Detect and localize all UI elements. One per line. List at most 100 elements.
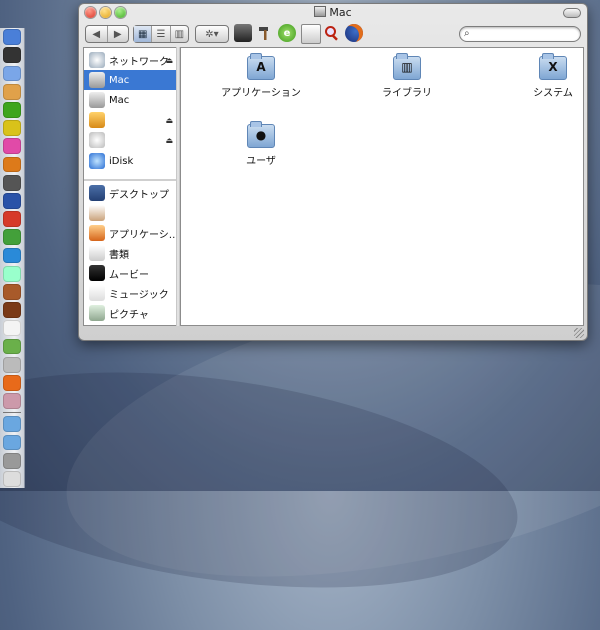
external-drive-icon	[89, 112, 105, 128]
sidebar-item[interactable]: ピクチャ	[84, 303, 177, 323]
sidebar-item-label: Mac	[109, 74, 130, 86]
window-title: Mac	[79, 6, 587, 19]
photo-booth-icon[interactable]	[3, 302, 21, 319]
finder-window: Mac ◀ ▶ ▦ ☰ ▥ ✲▾ e ⌕ ネットワーク ⏏ Mac Mac ⏏ ⏏ iDis…	[78, 3, 588, 341]
photo-icon[interactable]	[3, 138, 21, 155]
sidebar-item-label: ミュージック	[109, 289, 169, 301]
ichat-icon[interactable]	[3, 83, 21, 100]
search-icon: ⌕	[464, 28, 470, 39]
ical-icon[interactable]	[3, 320, 21, 337]
dock	[0, 28, 25, 488]
sidebar-item[interactable]: 書類	[84, 243, 177, 263]
folder-item[interactable]: ● ユーザ	[201, 121, 321, 167]
sidebar-item[interactable]: ミュージック	[84, 283, 177, 303]
trash-icon[interactable]	[3, 470, 21, 487]
folder-label: ライブラリ	[382, 88, 432, 99]
hard-drive-icon	[314, 6, 327, 17]
sidebar-item[interactable]: デスクトップ	[84, 183, 177, 203]
folder-icon[interactable]	[3, 434, 21, 451]
home-icon	[89, 205, 105, 221]
hard-drive-icon	[89, 72, 105, 88]
library-folder-icon: ▥	[393, 53, 421, 80]
sidebar-item[interactable]: ⏏	[84, 130, 177, 150]
sidebar-item-label: 書類	[109, 249, 129, 261]
search-field[interactable]: ⌕	[459, 26, 581, 42]
resize-grip[interactable]	[574, 328, 584, 338]
preview-icon[interactable]	[301, 24, 321, 44]
documents-icon	[89, 245, 105, 261]
folder-label: ユーザ	[246, 156, 276, 167]
sidebar-item-label: ムービー	[109, 269, 149, 281]
sidebar-item-label: アプリケーシ…	[109, 229, 177, 241]
app-blue-icon[interactable]	[3, 247, 21, 264]
sidebar-item[interactable]: ⏏	[84, 110, 177, 130]
view-mode-control: ▦ ☰ ▥	[133, 25, 189, 43]
sidebar-divider	[84, 179, 177, 181]
list-view-button[interactable]: ☰	[152, 26, 171, 42]
safari-icon[interactable]	[3, 102, 21, 118]
sidebar-item[interactable]	[84, 203, 177, 223]
app-green-icon[interactable]	[3, 229, 21, 246]
icon-view-button[interactable]: ▦	[134, 26, 153, 42]
sidebar-item[interactable]: iDisk	[84, 151, 177, 171]
column-view-button[interactable]: ▥	[171, 26, 188, 42]
mail-icon[interactable]	[3, 65, 21, 82]
applications-folder-icon: A	[247, 53, 275, 80]
action-menu-button[interactable]: ✲▾	[195, 25, 229, 43]
stack-icon[interactable]	[3, 452, 21, 469]
back-forward-control: ◀ ▶	[85, 25, 129, 43]
hammer-icon[interactable]	[256, 24, 274, 42]
search-magnifier-icon[interactable]	[323, 24, 341, 42]
dashboard-icon[interactable]	[3, 47, 21, 64]
sidebar-item[interactable]: Mac	[84, 70, 177, 90]
desktop-icon	[89, 185, 105, 201]
folder-glyph: ●	[255, 128, 267, 142]
sidebar-item-label: デスクトップ	[109, 189, 169, 201]
folder-item[interactable]: ▥ ライブラリ	[347, 53, 467, 99]
firefox-icon[interactable]	[3, 375, 21, 391]
folder-icon[interactable]	[3, 416, 21, 433]
camera-icon[interactable]	[234, 24, 252, 42]
sidebar-item[interactable]: ネットワーク ⏏	[84, 50, 177, 70]
folder-label: システム	[533, 88, 573, 99]
hard-drive-icon	[89, 92, 105, 108]
ipod-icon[interactable]	[3, 265, 21, 282]
firefox-icon[interactable]	[345, 24, 363, 42]
toolbar-toggle-button[interactable]	[563, 8, 581, 18]
sidebar-item-label: Mac	[109, 94, 130, 106]
browser-e-icon[interactable]: e	[278, 24, 296, 42]
app-mix-icon[interactable]	[3, 284, 21, 300]
dock-separator	[3, 412, 21, 414]
folder-glyph: X	[548, 60, 558, 74]
folder-item[interactable]: X システム	[493, 53, 600, 99]
pictures-icon	[89, 305, 105, 321]
movies-icon	[89, 265, 105, 281]
preview-icon[interactable]	[3, 211, 21, 228]
app-ts-icon[interactable]	[3, 120, 21, 137]
network-icon	[89, 52, 105, 68]
disc-icon	[89, 132, 105, 148]
eject-icon[interactable]: ⏏	[165, 56, 173, 65]
lightroom-icon[interactable]	[3, 174, 21, 191]
app-tool-icon[interactable]	[3, 393, 21, 410]
forward-button[interactable]: ▶	[108, 26, 129, 42]
apple-icon[interactable]	[3, 356, 21, 373]
folder-glyph: ▥	[401, 60, 413, 74]
eject-icon[interactable]: ⏏	[165, 116, 173, 125]
back-button[interactable]: ◀	[86, 26, 108, 42]
users-folder-icon: ●	[247, 121, 275, 148]
itunes-icon[interactable]	[3, 156, 21, 173]
sidebar-item[interactable]: ムービー	[84, 263, 177, 283]
sidebar-item-label: iDisk	[109, 155, 134, 167]
sidebar-item-label: ピクチャ	[109, 309, 149, 321]
app-list-icon[interactable]	[3, 338, 21, 355]
finder-icon[interactable]	[3, 29, 21, 46]
system-icon[interactable]	[3, 193, 21, 209]
sidebar-item[interactable]: アプリケーシ…	[84, 223, 177, 243]
folder-item[interactable]: A アプリケーション	[201, 53, 321, 99]
sidebar: ネットワーク ⏏ Mac Mac ⏏ ⏏ iDisk デスクトップ アプリケーシ… 書類ムービーミ…	[83, 47, 178, 326]
applications-icon	[89, 225, 105, 241]
sidebar-item[interactable]: Mac	[84, 90, 177, 110]
title-bar[interactable]: Mac	[79, 4, 587, 22]
eject-icon[interactable]: ⏏	[165, 136, 173, 145]
